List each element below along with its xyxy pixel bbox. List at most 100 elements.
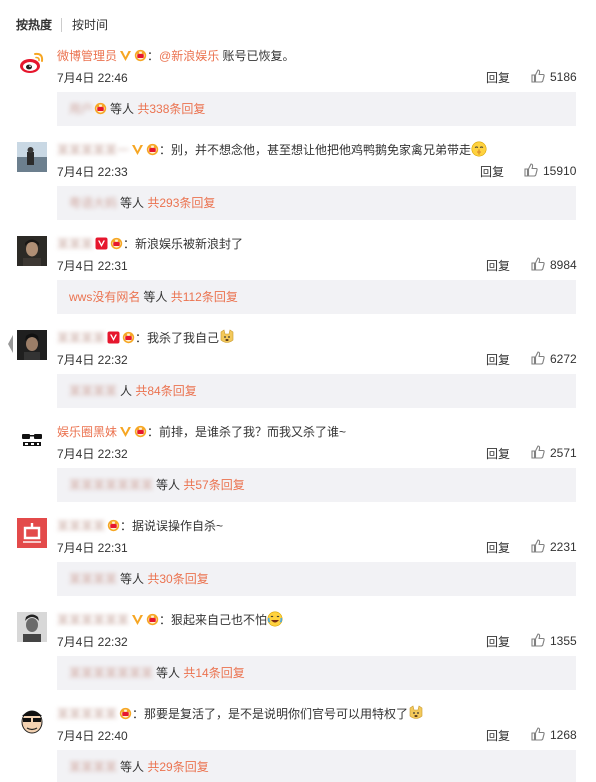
reply-summary-box[interactable]: 用户 等人 共338条回复: [57, 92, 576, 126]
like-count: 8984: [550, 258, 577, 272]
reply-summary-box[interactable]: wws没有网名 等人 共112条回复: [57, 280, 576, 314]
comment-time: 7月4日 22:32: [57, 635, 128, 649]
reply-summary-box[interactable]: 某某某某 等人 共30条回复: [57, 562, 576, 596]
commenter-name[interactable]: 某某某: [57, 237, 93, 251]
like-button[interactable]: 2231: [530, 538, 577, 556]
verified-red-icon: [95, 237, 108, 250]
like-count: 2231: [550, 540, 577, 554]
reply-count-link[interactable]: 共293条回复: [147, 196, 215, 210]
avatar[interactable]: [17, 330, 47, 360]
avatar[interactable]: [17, 48, 47, 78]
comment-item: 微博管理员 ：@新浪娱乐 账号已恢复。 7月4日 22:46 回复 5186 用户…: [0, 38, 596, 132]
commenter-name[interactable]: 某某某某: [57, 519, 105, 533]
sort-tabs: 按热度 按时间: [0, 0, 596, 38]
reply-button[interactable]: 回复: [486, 446, 510, 462]
reply-summary-box[interactable]: 粤语大蚂 等人 共293条回复: [57, 186, 576, 220]
reply-count-link[interactable]: 共84条回复: [135, 384, 196, 398]
reply-button[interactable]: 回复: [486, 540, 510, 556]
member-badge-icon: [134, 49, 147, 62]
tab-divider: [61, 18, 62, 32]
reply-user-names[interactable]: 某某某某某某某: [69, 666, 153, 680]
like-count: 2571: [550, 446, 577, 460]
comment-time: 7月4日 22:32: [57, 353, 128, 367]
like-count: 1355: [550, 634, 577, 648]
commenter-name[interactable]: 某某某某某: [57, 707, 117, 721]
commenter-name[interactable]: 微博管理员: [57, 49, 117, 63]
comment-time: 7月4日 22:31: [57, 259, 128, 273]
like-button[interactable]: 6272: [530, 350, 577, 368]
reply-button[interactable]: 回复: [486, 70, 510, 86]
like-button[interactable]: 15910: [523, 162, 576, 180]
reply-user-names[interactable]: 某某某某某某某: [69, 478, 153, 492]
comment-time: 7月4日 22:40: [57, 729, 128, 743]
avatar[interactable]: [17, 612, 47, 642]
like-button[interactable]: 8984: [530, 256, 577, 274]
comment-item: 某某某 ：新浪娱乐被新浪封了 7月4日 22:31 回复 8984 wws没有网名…: [0, 226, 596, 320]
commenter-name[interactable]: 娱乐圈黑妹: [57, 425, 117, 439]
member-badge-icon: [94, 102, 107, 115]
reply-user-names[interactable]: 粤语大蚂: [69, 196, 117, 210]
shush-face-emoji: [471, 141, 487, 157]
member-badge-icon: [107, 519, 120, 532]
reply-count-link[interactable]: 共112条回复: [171, 290, 238, 304]
comment-text: 别，并不想念他，甚至想让他把他鸡鸭鹅免家禽兄弟带走: [171, 143, 472, 157]
like-button[interactable]: 2571: [530, 444, 577, 462]
avatar[interactable]: [17, 236, 47, 266]
avatar[interactable]: [17, 518, 47, 548]
reply-button[interactable]: 回复: [486, 634, 510, 650]
reply-user-names[interactable]: 某某某某: [69, 760, 117, 774]
reply-button[interactable]: 回复: [486, 258, 510, 274]
reply-summary-box[interactable]: 某某某某人 共84条回复: [57, 374, 576, 408]
reply-summary-box[interactable]: 某某某某某某某 等人 共14条回复: [57, 656, 576, 690]
reply-count-link[interactable]: 共30条回复: [147, 572, 208, 586]
mention-link[interactable]: @新浪娱乐: [159, 49, 219, 63]
comment-line: 娱乐圈黑妹 ：前排，是谁杀了我？而我又杀了谁~: [57, 423, 346, 441]
reply-count-link[interactable]: 共14条回复: [183, 666, 244, 680]
commenter-name[interactable]: 某某某某某一: [57, 143, 129, 157]
reply-button[interactable]: 回复: [486, 352, 510, 368]
like-button[interactable]: 1268: [530, 726, 577, 744]
colon: ：: [159, 143, 172, 157]
colon: ：: [147, 49, 160, 63]
colon: ：: [135, 331, 148, 345]
member-badge-icon: [122, 331, 135, 344]
comment-time: 7月4日 22:32: [57, 447, 128, 461]
comment-line: 某某某某某某 ：狠起来自己也不怕: [57, 611, 283, 629]
verified-gold-icon: [119, 49, 132, 62]
reply-user-names[interactable]: wws没有网名: [69, 290, 140, 304]
reply-count-link[interactable]: 共29条回复: [147, 760, 208, 774]
avatar[interactable]: [17, 142, 47, 172]
comment-item: 某某某某 ：据说误操作自杀~ 7月4日 22:31 回复 2231 某某某某 等人 …: [0, 508, 596, 602]
reply-others-text: 等人: [156, 478, 181, 492]
comment-line: 某某某某 ：据说误操作自杀~: [57, 517, 223, 535]
reply-others-text: 等人: [120, 196, 145, 210]
commenter-name[interactable]: 某某某某: [57, 331, 105, 345]
comment-line: 微博管理员 ：@新浪娱乐 账号已恢复。: [57, 47, 295, 65]
reply-user-names[interactable]: 某某某某: [69, 384, 117, 398]
doge-emoji: [219, 329, 235, 345]
avatar[interactable]: [17, 706, 47, 736]
tab-sort-by-time[interactable]: 按时间: [72, 18, 108, 32]
comment-text: 账号已恢复。: [219, 49, 295, 63]
reply-others-text: 等人: [120, 572, 145, 586]
like-count: 5186: [550, 70, 577, 84]
reply-button[interactable]: 回复: [480, 164, 504, 180]
comment-time: 7月4日 22:46: [57, 71, 128, 85]
thumbs-up-icon: [530, 68, 546, 84]
reply-user-names[interactable]: 用户: [69, 102, 93, 116]
like-count: 15910: [543, 164, 577, 178]
reply-count-link[interactable]: 共338条回复: [137, 102, 205, 116]
tab-sort-by-heat[interactable]: 按热度: [16, 18, 52, 32]
reply-user-names[interactable]: 某某某某: [69, 572, 117, 586]
avatar[interactable]: [17, 424, 47, 454]
commenter-name[interactable]: 某某某某某某: [57, 613, 129, 627]
verified-gold-icon: [131, 143, 144, 156]
like-button[interactable]: 1355: [530, 632, 577, 650]
reply-summary-box[interactable]: 某某某某某某某 等人 共57条回复: [57, 468, 576, 502]
reply-button[interactable]: 回复: [486, 728, 510, 744]
colon: ：: [159, 613, 172, 627]
member-badge-icon: [119, 707, 132, 720]
like-button[interactable]: 5186: [530, 68, 577, 86]
reply-count-link[interactable]: 共57条回复: [183, 478, 244, 492]
reply-summary-box[interactable]: 某某某某 等人 共29条回复: [57, 750, 576, 782]
